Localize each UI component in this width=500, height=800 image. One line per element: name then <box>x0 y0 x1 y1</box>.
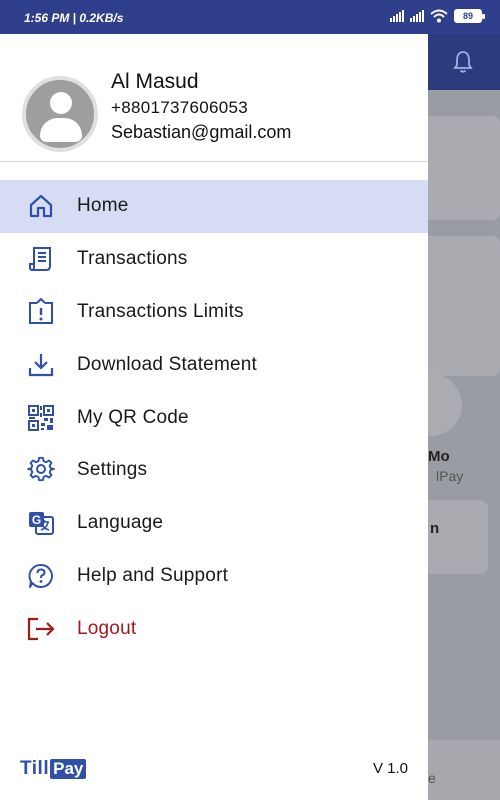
menu-item-transactions[interactable]: Transactions <box>0 233 428 286</box>
bell-icon <box>453 51 473 73</box>
wifi-icon <box>430 9 448 23</box>
background-name: Mo <box>428 448 450 465</box>
menu-item-logout[interactable]: Logout <box>0 602 428 655</box>
menu-item-home[interactable]: Home <box>0 180 428 233</box>
status-bar: 1:56 PM | 0.2KB/s 89 <box>0 0 500 34</box>
menu-label: Help and Support <box>77 564 229 586</box>
download-icon <box>26 350 56 380</box>
signal-icon-2 <box>410 10 424 22</box>
brand-till: Till <box>20 758 50 779</box>
home-icon <box>26 191 56 221</box>
menu-label: Transactions <box>77 248 188 270</box>
menu-item-download-statement[interactable]: Download Statement <box>0 338 428 391</box>
limit-alert-icon <box>26 297 56 327</box>
avatar-head <box>50 92 72 114</box>
menu-label: Logout <box>77 617 137 639</box>
profile-phone: +8801737606053 <box>111 98 249 117</box>
status-time: 1:56 PM | 0.2KB/s <box>24 11 124 25</box>
profile-name: Al Masud <box>111 70 199 93</box>
menu-label: Download Statement <box>77 353 257 375</box>
status-icons: 89 <box>390 9 485 23</box>
receipt-icon <box>26 244 56 274</box>
qr-code-icon <box>26 403 56 433</box>
menu-item-my-qr-code[interactable]: My QR Code <box>0 391 428 444</box>
menu-item-language[interactable]: G Language <box>0 497 428 550</box>
battery-icon: 89 <box>454 9 485 23</box>
menu-label: My QR Code <box>77 406 189 428</box>
menu-label: Home <box>77 195 129 217</box>
menu-item-transactions-limits[interactable]: Transactions Limits <box>0 286 428 339</box>
menu-item-help-and-support[interactable]: Help and Support <box>0 550 428 603</box>
brand-logo: Till Pay <box>20 758 87 780</box>
menu-label: Transactions Limits <box>77 300 244 322</box>
avatar-shoulders <box>40 118 82 142</box>
drawer-menu: Home Transactions Transactions Limits Do… <box>0 180 428 655</box>
brand-pay: Pay <box>50 759 87 779</box>
menu-item-settings[interactable]: Settings <box>0 444 428 497</box>
logout-icon <box>26 614 56 644</box>
background-bottom-label: e <box>428 770 436 786</box>
background-button-label: n <box>430 520 440 537</box>
menu-label: Settings <box>77 459 148 481</box>
background-sub: lPay <box>436 468 464 484</box>
menu-label: Language <box>77 512 164 534</box>
avatar[interactable] <box>22 76 98 152</box>
translate-icon: G <box>26 508 56 538</box>
help-icon <box>26 561 56 591</box>
app-version: V 1.0 <box>372 760 408 777</box>
signal-icon <box>390 10 404 22</box>
navigation-drawer: Al Masud +8801737606053 Sebastian@gmail.… <box>0 34 428 800</box>
profile-header: Al Masud +8801737606053 Sebastian@gmail.… <box>0 34 428 162</box>
svg-text:G: G <box>32 513 41 527</box>
profile-email: Sebastian@gmail.com <box>111 122 292 142</box>
gear-icon <box>26 455 56 485</box>
